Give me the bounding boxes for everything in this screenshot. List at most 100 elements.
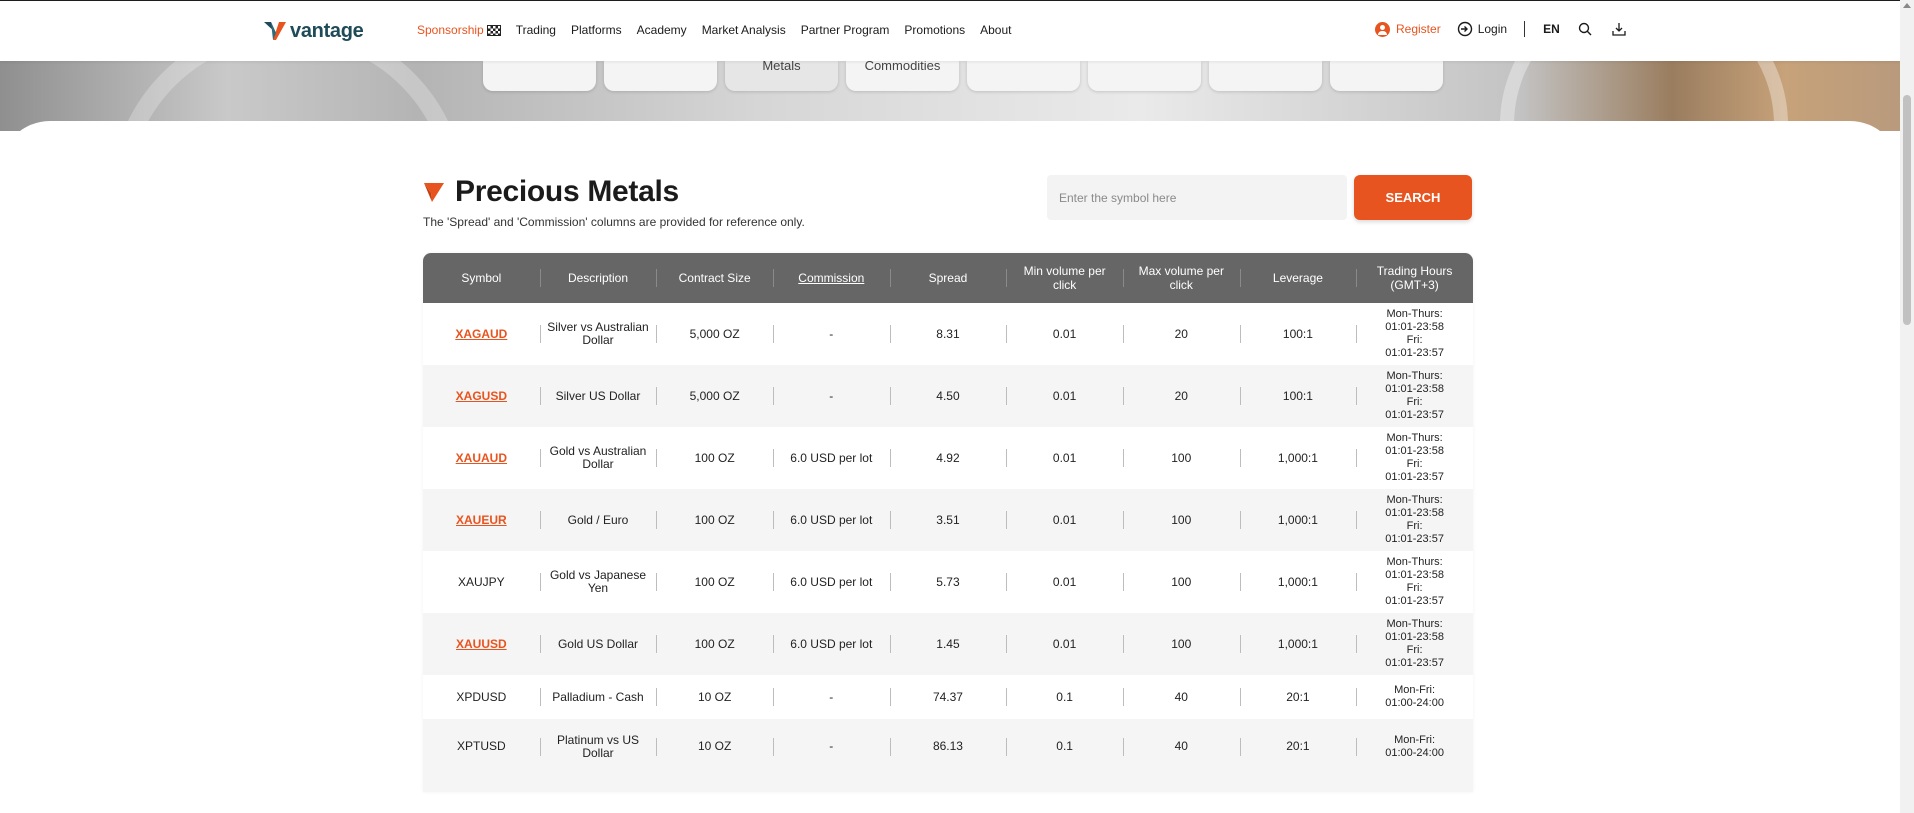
register-button[interactable]: Register [1375,21,1441,37]
contract-size-cell: 5,000 OZ [656,325,773,343]
symbol-search-input[interactable] [1047,175,1347,220]
col-symbol: Symbol [461,271,502,285]
trading-hours-cell: Mon-Thurs: 01:01-23:58 Fri: 01:01-23:57 [1356,432,1473,484]
trading-hours-cell: Mon-Fri: 01:00-24:00 [1356,684,1473,710]
nav-item-partner-program[interactable]: Partner Program [801,23,890,37]
commission-cell: 6.0 USD per lot [772,635,890,653]
contract-size-cell: 100 OZ [656,449,773,467]
instrument-tab[interactable] [1088,61,1201,91]
trading-hours-line: 01:01-23:58 [1385,445,1444,457]
vantage-logo-icon [264,22,286,40]
nav-item-promotions[interactable]: Promotions [904,23,965,37]
commission-cell: - [772,737,890,756]
vantage-arrow-icon [424,183,444,202]
nav-item-about[interactable]: About [980,23,1011,37]
trading-hours-line: Fri: [1406,520,1423,532]
instrument-tab-metals[interactable]: Metals [725,59,838,91]
instrument-tab[interactable] [1209,61,1322,91]
min-volume-cell: 0.01 [1006,635,1123,653]
symbol-link[interactable]: XAUEUR [456,513,507,527]
nav-item-trading[interactable]: Trading [516,23,556,37]
description-cell: Palladium - Cash [539,688,657,706]
table-header: Symbol Description Contract Size Commiss… [423,253,1473,303]
nav-item-platforms[interactable]: Platforms [571,23,622,37]
commission-cell: 6.0 USD per lot [772,511,890,529]
trading-hours-line: 01:01-23:58 [1385,507,1444,519]
symbol-link[interactable]: XAUAUD [456,451,507,465]
instrument-tab[interactable] [483,61,596,91]
symbol-cell: XAUAUD [423,451,540,465]
max-volume-cell: 20 [1122,387,1240,405]
description-cell: Gold vs Japanese Yen [539,569,657,595]
login-button[interactable]: Login [1457,21,1507,37]
search-button[interactable]: SEARCH [1354,175,1472,220]
trading-hours-line: 01:01-23:57 [1385,533,1444,545]
trading-hours-line: 01:01-23:57 [1385,595,1444,607]
min-volume-cell: 0.01 [1006,387,1123,405]
trading-hours-line: Mon-Thurs: [1386,494,1443,506]
trading-hours-line: 01:01-23:57 [1385,471,1444,483]
col-commission[interactable]: Commission [772,253,890,303]
page-title: Precious Metals [455,175,679,208]
max-volume-cell: 100 [1122,635,1240,653]
leverage-cell: 100:1 [1239,387,1357,405]
trading-hours-line: 01:01-23:57 [1385,657,1444,669]
instrument-tab[interactable] [604,61,717,91]
trading-hours-cell: Mon-Thurs: 01:01-23:58 Fri: 01:01-23:57 [1356,618,1473,670]
leverage-cell: 1,000:1 [1239,511,1357,529]
nav-item-market-analysis[interactable]: Market Analysis [702,23,786,37]
spread-cell: 1.45 [889,635,1007,653]
trading-hours-line: 01:01-23:58 [1385,569,1444,581]
trading-hours-line: 01:01-23:57 [1385,409,1444,421]
min-volume-cell: 0.1 [1006,688,1123,706]
leverage-cell: 1,000:1 [1239,573,1357,591]
contract-size-cell: 5,000 OZ [656,387,773,405]
max-volume-cell: 100 [1122,511,1240,529]
brand-logo[interactable]: vantage [263,19,364,43]
instrument-tab[interactable] [1330,61,1443,91]
trading-hours-line: Fri: [1406,458,1423,470]
nav-item-sponsorship[interactable]: Sponsorship [417,23,501,37]
trading-hours-line: Fri: [1406,582,1423,594]
login-label: Login [1477,22,1508,36]
trading-hours-line: Mon-Fri: [1394,684,1436,696]
max-volume-cell: 40 [1122,737,1240,756]
table-row: XPTUSD Platinum vs US Dollar 10 OZ -86.13 0.… [423,719,1473,774]
language-selector[interactable]: EN [1543,22,1560,36]
symbol-link[interactable]: XAGUSD [456,389,507,403]
instrument-tab[interactable] [967,61,1080,91]
trading-hours-line: 01:01-23:58 [1385,383,1444,395]
table-body: XAGAUD Silver vs Australian Dollar 5,000 O… [423,303,1473,774]
precious-metals-section: Precious Metals The 'Spread' and 'Commis… [423,175,1473,229]
symbol-link[interactable]: XAGAUD [455,327,507,341]
min-volume-cell: 0.01 [1006,573,1123,591]
col-contract-size: Contract Size [656,253,773,303]
nav-item-academy[interactable]: Academy [637,23,687,37]
register-label: Register [1396,22,1441,36]
leverage-cell: 1,000:1 [1239,449,1357,467]
leverage-cell: 100:1 [1239,325,1357,343]
contract-size-cell: 100 OZ [656,511,773,529]
trading-hours-line: Mon-Thurs: [1386,432,1443,444]
page-scrollbar[interactable] [1900,0,1914,813]
spread-cell: 86.13 [889,737,1007,756]
max-volume-cell: 40 [1122,688,1240,706]
table-row: XAUUSD Gold US Dollar 100 OZ 6.0 USD per lo… [423,613,1473,675]
trading-hours-line: 01:00-24:00 [1385,697,1444,709]
spread-cell: 8.31 [889,325,1007,343]
instrument-tab-commodities[interactable]: Commodities [846,59,959,91]
scrollbar-thumb[interactable] [1903,95,1911,325]
search-nav-button[interactable] [1576,20,1594,38]
col-min-volume: Min volume per click [1006,253,1123,303]
brand-name: vantage [290,19,364,42]
scroll-up-arrow-icon[interactable] [1903,3,1911,8]
table-row: XPDUSD Palladium - Cash 10 OZ -74.37 0.1 40 20… [423,675,1473,719]
trading-hours-line: 01:01-23:58 [1385,631,1444,643]
leverage-cell: 20:1 [1239,688,1357,706]
symbol-link[interactable]: XAUUSD [456,637,507,651]
trading-hours-line: 01:01-23:58 [1385,321,1444,333]
leverage-cell: 20:1 [1239,737,1357,756]
download-button[interactable] [1610,20,1628,38]
trading-hours-cell: Mon-Thurs: 01:01-23:58 Fri: 01:01-23:57 [1356,308,1473,360]
table-row: XAUAUD Gold vs Australian Dollar 100 OZ 6.0… [423,427,1473,489]
